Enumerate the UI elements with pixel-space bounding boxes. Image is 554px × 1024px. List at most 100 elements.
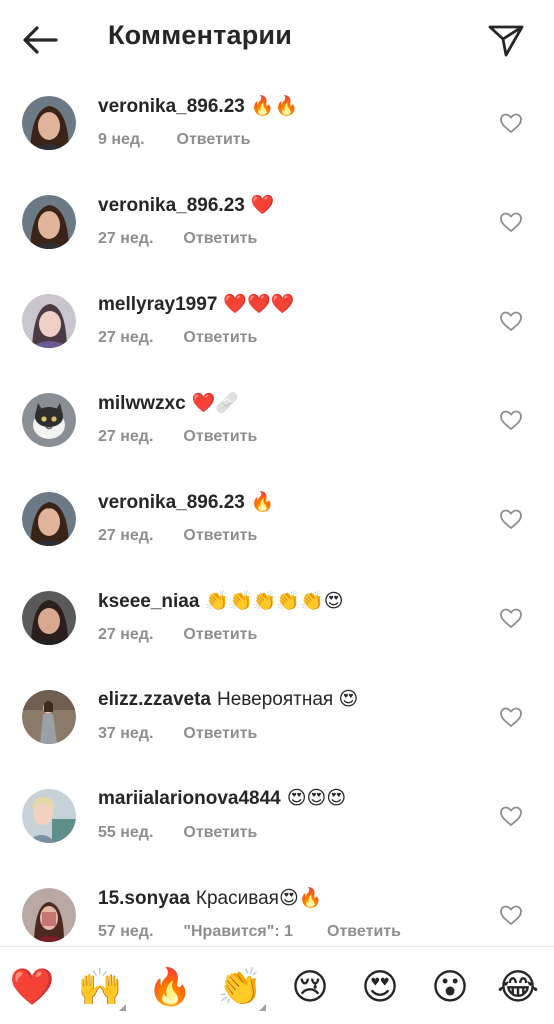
comment-item: mariialarionova4844 😍😍😍 55 нед. Ответить: [0, 773, 554, 872]
avatar-woman-red[interactable]: [22, 888, 76, 942]
comment-meta: 9 нед. Ответить: [98, 131, 250, 149]
like-comment-button[interactable]: [496, 207, 526, 237]
reply-button[interactable]: Ответить: [177, 131, 251, 149]
comment-username[interactable]: veronika_896.23: [98, 195, 245, 216]
avatar-woman-purple[interactable]: [22, 294, 76, 348]
avatar-woman-light[interactable]: [22, 789, 76, 843]
like-comment-button[interactable]: [496, 108, 526, 138]
comment-item: milwwzxc ❤️🩹 27 нед. Ответить: [0, 377, 554, 476]
reaction-emoji: 😮: [431, 966, 469, 1007]
comment-text: 😍😍😍: [286, 788, 347, 809]
reaction-heart-eyes-icon[interactable]: 😍: [356, 963, 404, 1011]
like-comment-button[interactable]: [496, 900, 526, 930]
comment-text: 👏👏👏👏👏😍: [205, 591, 344, 612]
comment-body: veronika_896.23 🔥: [98, 490, 275, 514]
reply-button[interactable]: Ответить: [183, 428, 257, 446]
comment-time: 9 нед.: [98, 131, 145, 148]
reply-button[interactable]: Ответить: [183, 230, 257, 248]
reply-button[interactable]: Ответить: [183, 527, 257, 545]
reaction-fire-icon[interactable]: 🔥: [146, 963, 194, 1011]
reply-button[interactable]: Ответить: [183, 725, 257, 743]
heart-outline-icon: [500, 509, 522, 529]
reply-button[interactable]: Ответить: [183, 626, 257, 644]
like-comment-button[interactable]: [496, 306, 526, 336]
like-comment-button[interactable]: [496, 504, 526, 534]
reply-button[interactable]: Ответить: [183, 824, 257, 842]
reaction-emoji: 👏: [217, 966, 263, 1007]
comment-username[interactable]: elizz.zzaveta: [98, 689, 211, 710]
comment-time: 27 нед.: [98, 428, 154, 445]
comment-likes-count[interactable]: "Нравится": 1: [183, 923, 293, 941]
reaction-emoji: 🙌: [77, 966, 123, 1007]
comment-body: veronika_896.23 🔥🔥: [98, 94, 298, 118]
reaction-emoji: 😍: [361, 966, 399, 1007]
comment-body: kseee_niaa 👏👏👏👏👏😍: [98, 589, 344, 613]
back-button[interactable]: [18, 20, 62, 60]
comment-text: 🔥: [250, 492, 275, 513]
comment-meta: 27 нед. Ответить: [98, 329, 257, 347]
arrow-left-icon: [23, 26, 58, 54]
comment-text: ❤️: [250, 195, 275, 216]
reaction-tears-of-joy-icon[interactable]: 😂: [494, 963, 542, 1011]
reaction-heart-icon[interactable]: ❤️: [8, 963, 56, 1011]
comment-item: mellyray1997 ❤️❤️❤️ 27 нед. Ответить: [0, 278, 554, 377]
comment-username[interactable]: kseee_niaa: [98, 591, 199, 612]
reaction-crying-face-icon[interactable]: 😢: [286, 963, 334, 1011]
comment-item: elizz.zzaveta Невероятная 😍 37 нед. Ответит…: [0, 674, 554, 773]
reaction-surprised-face-icon[interactable]: 😮: [426, 963, 474, 1011]
comment-body: mellyray1997 ❤️❤️❤️: [98, 292, 294, 316]
like-comment-button[interactable]: [496, 801, 526, 831]
reaction-raised-hands-icon[interactable]: 🙌: [76, 963, 126, 1011]
reaction-emoji: 😢: [291, 966, 329, 1007]
comment-time: 57 нед.: [98, 923, 154, 940]
comment-username[interactable]: mellyray1997: [98, 294, 217, 315]
comment-meta: 27 нед. Ответить: [98, 626, 257, 644]
reaction-clapping-hands-icon[interactable]: 👏: [216, 963, 266, 1011]
comment-meta: 57 нед. "Нравится": 1 Ответить: [98, 923, 401, 941]
comment-meta: 37 нед. Ответить: [98, 725, 257, 743]
like-comment-button[interactable]: [496, 603, 526, 633]
comment-item: veronika_896.23 ❤️ 27 нед. Ответить: [0, 179, 554, 278]
skin-tone-indicator: [119, 1004, 126, 1011]
comment-body: veronika_896.23 ❤️: [98, 193, 275, 217]
share-button[interactable]: [484, 18, 528, 62]
comment-text: ❤️❤️❤️: [223, 294, 295, 315]
comment-text: ❤️🩹: [191, 393, 239, 414]
comment-text: 🔥🔥: [250, 96, 299, 117]
comment-username[interactable]: mariialarionova4844: [98, 788, 281, 809]
like-comment-button[interactable]: [496, 702, 526, 732]
comment-item: veronika_896.23 🔥 27 нед. Ответить: [0, 476, 554, 575]
heart-outline-icon: [500, 311, 522, 331]
comment-body: mariialarionova4844 😍😍😍: [98, 787, 346, 810]
comment-username[interactable]: veronika_896.23: [98, 492, 245, 513]
comment-body: elizz.zzaveta Невероятная 😍: [98, 688, 358, 711]
comment-time: 37 нед.: [98, 725, 154, 742]
page-title: Комментарии: [108, 20, 293, 50]
avatar-dark-hair-woman[interactable]: [22, 492, 76, 546]
header-bar: Комментарии: [0, 0, 554, 80]
like-comment-button[interactable]: [496, 405, 526, 435]
avatar-woman-dark[interactable]: [22, 591, 76, 645]
reaction-emoji: ❤️: [9, 966, 55, 1007]
heart-outline-icon: [500, 806, 522, 826]
avatar-dark-hair-woman[interactable]: [22, 96, 76, 150]
comment-meta: 27 нед. Ответить: [98, 428, 257, 446]
reply-button[interactable]: Ответить: [327, 923, 401, 941]
reply-button[interactable]: Ответить: [183, 329, 257, 347]
avatar-cat[interactable]: [22, 393, 76, 447]
comment-username[interactable]: milwwzxc: [98, 393, 186, 414]
heart-outline-icon: [500, 410, 522, 430]
comment-username[interactable]: veronika_896.23: [98, 96, 245, 117]
avatar-woman-standing[interactable]: [22, 690, 76, 744]
comment-item: 15.sonyaa Красивая😍🔥 57 нед. "Нравится": 1 О…: [0, 872, 554, 946]
avatar-dark-hair-woman[interactable]: [22, 195, 76, 249]
comment-item: veronika_896.23 🔥🔥 9 нед. Ответить: [0, 80, 554, 179]
comments-list: veronika_896.23 🔥🔥 9 нед. Ответить veronika_…: [0, 80, 554, 946]
comment-time: 55 нед.: [98, 824, 154, 841]
comment-username[interactable]: 15.sonyaa: [98, 888, 190, 909]
reaction-emoji: 😂: [496, 966, 540, 1007]
comment-body: milwwzxc ❤️🩹: [98, 391, 239, 415]
comment-time: 27 нед.: [98, 329, 154, 346]
heart-outline-icon: [500, 113, 522, 133]
comment-meta: 27 нед. Ответить: [98, 230, 257, 248]
